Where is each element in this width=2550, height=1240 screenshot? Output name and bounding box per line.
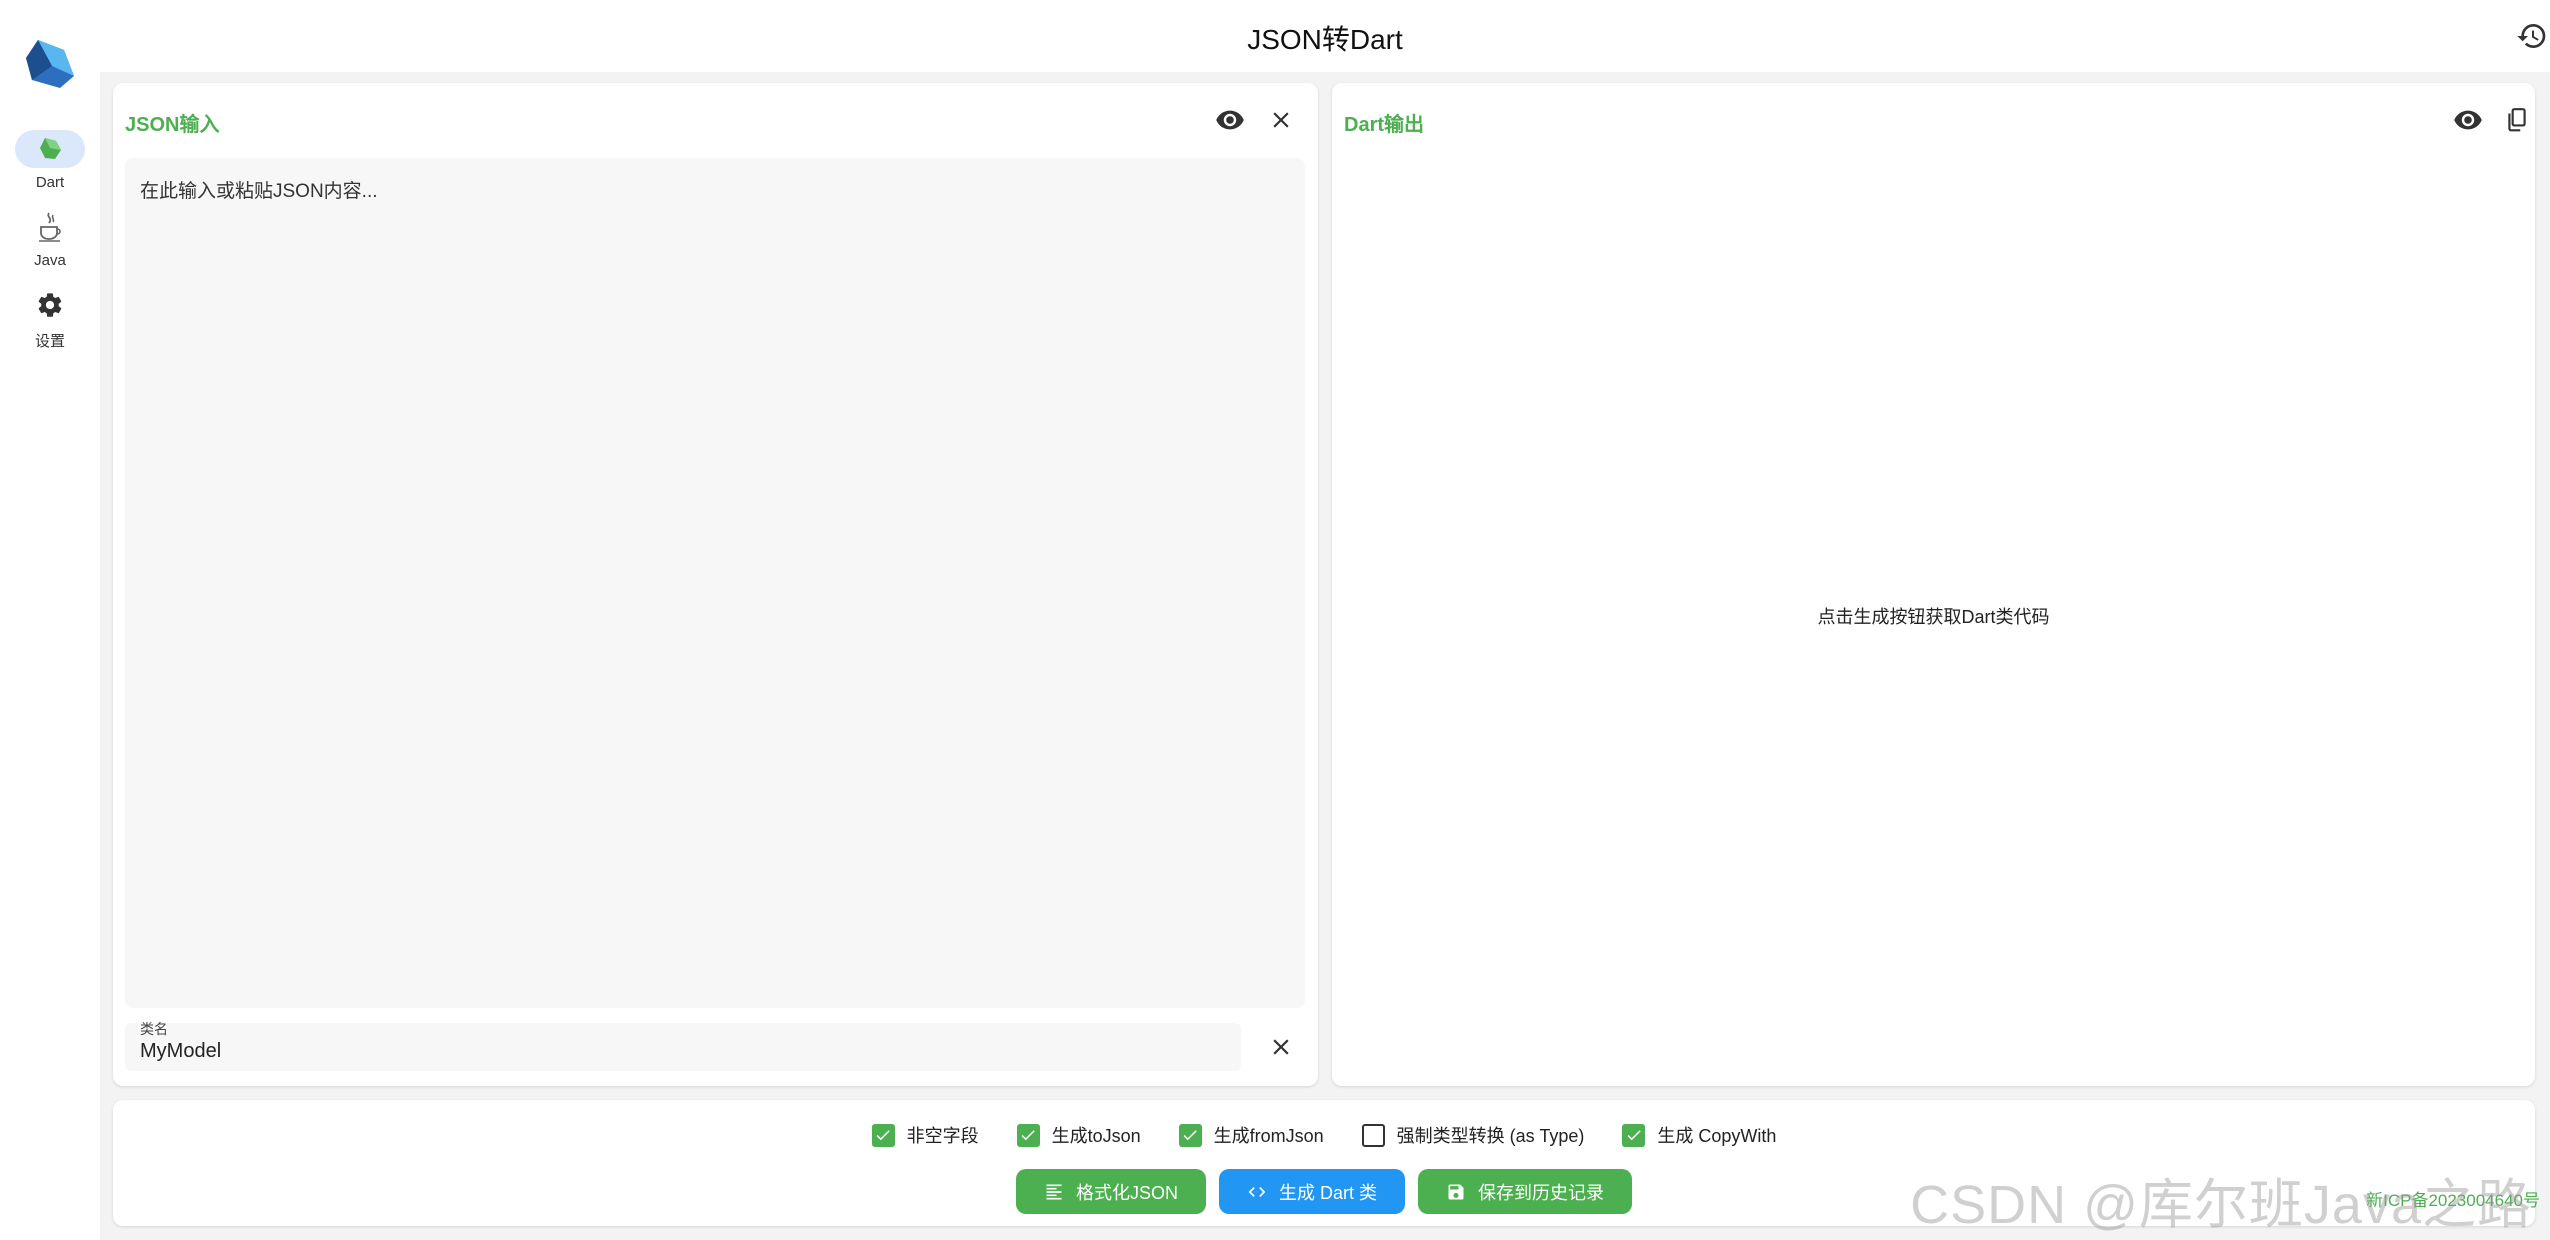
- copy-dart-button[interactable]: [2498, 101, 2536, 139]
- format-json-button[interactable]: 格式化JSON: [1015, 1169, 1206, 1214]
- option-checkboxes: 非空字段 生成toJson 生成fromJson 强制类型转换 (as Type…: [113, 1122, 2535, 1148]
- preview-json-button[interactable]: [1211, 101, 1249, 139]
- format-align-icon: [1046, 1184, 1062, 1199]
- java-cup-icon: [39, 212, 61, 242]
- nav-pill-active: [15, 130, 85, 168]
- sidebar: Dart Java 设置: [0, 0, 100, 1240]
- dart-icon: [40, 138, 61, 159]
- checkbox-unchecked-icon[interactable]: [1361, 1123, 1385, 1147]
- option-label: 生成 CopyWith: [1657, 1126, 1777, 1146]
- option-label: 非空字段: [906, 1126, 979, 1146]
- class-name-field[interactable]: 类名: [125, 1021, 1241, 1071]
- preview-dart-button[interactable]: [2449, 101, 2487, 139]
- json-input-title: JSON输入: [125, 114, 220, 136]
- sidebar-item-java[interactable]: Java: [0, 208, 100, 269]
- save-history-label: 保存到历史记录: [1478, 1182, 1605, 1203]
- json-input-textarea[interactable]: [125, 158, 1305, 1008]
- sidebar-item-settings[interactable]: 设置: [0, 286, 100, 351]
- save-history-button[interactable]: 保存到历史记录: [1418, 1169, 1633, 1214]
- option-force-cast[interactable]: 强制类型转换 (as Type): [1361, 1122, 1585, 1148]
- class-name-input[interactable]: [140, 1037, 1220, 1065]
- code-icon: [1248, 1186, 1266, 1197]
- option-label: 生成fromJson: [1213, 1126, 1324, 1146]
- option-label: 生成toJson: [1051, 1126, 1141, 1146]
- watermark: CSDN @库尔班Java之路: [1910, 1175, 2532, 1235]
- checkbox-checked-icon[interactable]: [871, 1123, 895, 1147]
- json-input-panel: JSON输入 类名: [113, 83, 1318, 1086]
- clear-class-name-button[interactable]: [1262, 1028, 1300, 1066]
- page-title: JSON转Dart: [1247, 24, 1403, 55]
- dart-output-panel: Dart输出 点击生成按钮获取Dart类代码: [1332, 83, 2535, 1086]
- nav-pill: [15, 208, 85, 246]
- sidebar-item-label: 设置: [34, 333, 65, 350]
- option-label: 强制类型转换 (as Type): [1396, 1126, 1585, 1146]
- dart-output-title: Dart输出: [1344, 114, 1425, 136]
- generate-dart-button[interactable]: 生成 Dart 类: [1219, 1169, 1406, 1214]
- sidebar-item-label: Dart: [35, 174, 65, 191]
- checkbox-checked-icon[interactable]: [1622, 1123, 1646, 1147]
- sidebar-item-label: Java: [34, 252, 66, 269]
- copy-icon: [2508, 108, 2526, 132]
- dart-output-placeholder: 点击生成按钮获取Dart类代码: [1817, 607, 2050, 627]
- history-icon: [2517, 24, 2546, 49]
- option-copy-with[interactable]: 生成 CopyWith: [1622, 1122, 1776, 1148]
- close-icon: [1273, 112, 1289, 128]
- gear-icon: [38, 293, 62, 317]
- close-icon: [1273, 1039, 1289, 1055]
- clear-json-button[interactable]: [1262, 101, 1300, 139]
- option-non-null[interactable]: 非空字段: [871, 1122, 979, 1148]
- eye-icon: [2454, 110, 2482, 130]
- generate-dart-label: 生成 Dart 类: [1279, 1182, 1378, 1203]
- format-json-label: 格式化JSON: [1075, 1182, 1178, 1203]
- eye-icon: [1216, 110, 1244, 130]
- app-header: JSON转Dart: [100, 0, 2550, 72]
- checkbox-checked-icon[interactable]: [1016, 1123, 1040, 1147]
- history-button[interactable]: [2516, 20, 2548, 52]
- dart-logo-icon: [26, 40, 74, 88]
- option-from-json[interactable]: 生成fromJson: [1178, 1122, 1324, 1148]
- sidebar-item-dart[interactable]: Dart: [0, 130, 100, 191]
- class-name-label: 类名: [140, 1021, 168, 1037]
- save-icon: [1448, 1184, 1464, 1199]
- option-to-json[interactable]: 生成toJson: [1016, 1122, 1141, 1148]
- nav-pill: [15, 286, 85, 324]
- checkbox-checked-icon[interactable]: [1178, 1123, 1202, 1147]
